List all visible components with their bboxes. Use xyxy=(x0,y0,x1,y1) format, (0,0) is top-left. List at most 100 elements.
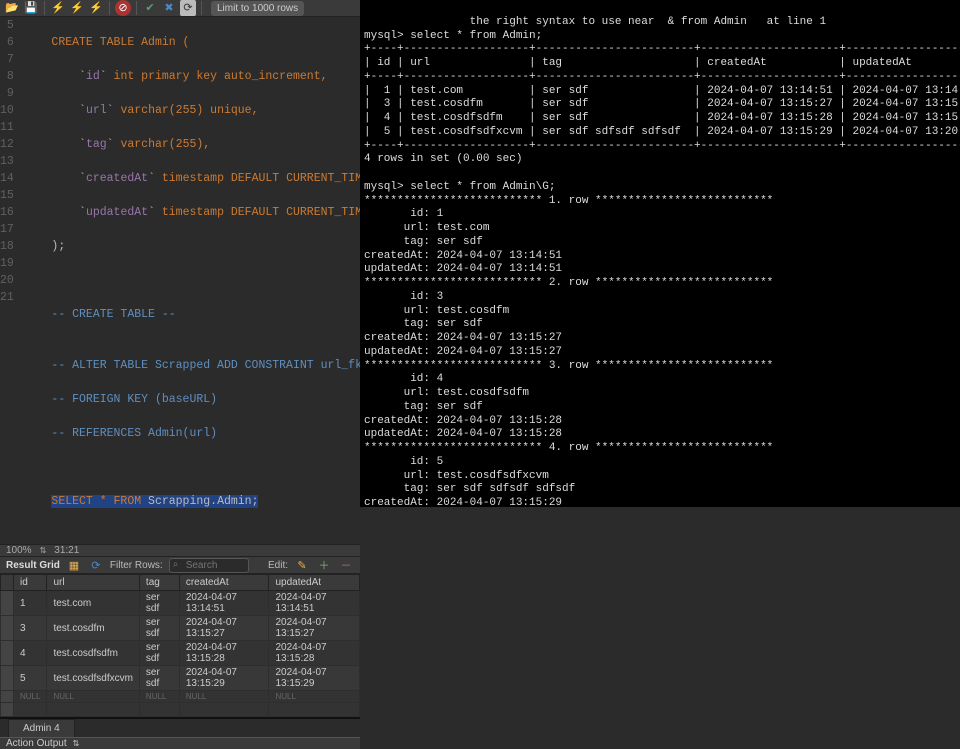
cell[interactable]: ser sdf xyxy=(139,616,179,641)
cell[interactable]: ser sdf xyxy=(139,591,179,616)
cell[interactable]: ser sdf xyxy=(139,666,179,691)
cell[interactable]: 2024-04-07 13:15:27 xyxy=(179,616,269,641)
cell[interactable]: test.com xyxy=(47,591,139,616)
execute-explain-icon[interactable]: ⚡ xyxy=(88,0,104,16)
edit-label: Edit: xyxy=(268,560,288,571)
editor-pane: 📂 💾 ⚡ ⚡ ⚡ ⊘ ✔ ✖ ⟳ Limit to 1000 rows 5 6… xyxy=(0,0,360,507)
cell[interactable]: ser sdf xyxy=(139,641,179,666)
cell-null[interactable]: NULL xyxy=(14,691,47,703)
separator xyxy=(136,1,137,15)
table-row[interactable]: 5test.cosdfsdfxcvmser sdf2024-04-07 13:1… xyxy=(1,666,360,691)
table-header-row: id url tag createdAt updatedAt xyxy=(1,575,360,591)
cell[interactable]: 4 xyxy=(14,641,47,666)
line-number: 13 xyxy=(0,153,14,170)
line-number: 8 xyxy=(0,68,14,85)
line-number: 10 xyxy=(0,102,14,119)
cell[interactable]: 3 xyxy=(14,616,47,641)
execute-step-icon[interactable]: ⚡ xyxy=(69,0,85,16)
chevron-updown-icon[interactable]: ⇅ xyxy=(73,739,80,748)
line-number: 18 xyxy=(0,238,14,255)
output-panel-header: Action Output ⇅ xyxy=(0,737,360,749)
line-number: 15 xyxy=(0,187,14,204)
separator xyxy=(44,1,45,15)
main-toolbar: 📂 💾 ⚡ ⚡ ⚡ ⊘ ✔ ✖ ⟳ Limit to 1000 rows xyxy=(0,0,360,17)
output-mode-selector[interactable]: Action Output xyxy=(6,738,67,749)
col-header[interactable]: id xyxy=(14,575,47,591)
separator xyxy=(201,1,202,15)
row-indicator xyxy=(1,641,14,666)
result-grid-label: Result Grid xyxy=(6,560,60,571)
row-indicator xyxy=(1,666,14,691)
table-row[interactable]: 4test.cosdfsdfmser sdf2024-04-07 13:15:2… xyxy=(1,641,360,666)
col-header[interactable]: tag xyxy=(139,575,179,591)
grid-icon[interactable]: ▦ xyxy=(66,557,82,573)
line-number: 6 xyxy=(0,34,14,51)
table-row-null[interactable]: NULLNULLNULLNULLNULL xyxy=(1,691,360,703)
cell[interactable]: 2024-04-07 13:14:51 xyxy=(179,591,269,616)
result-tabs: Admin 4 xyxy=(0,718,360,737)
commit-icon[interactable]: ✔ xyxy=(142,0,158,16)
zoom-level[interactable]: 100% xyxy=(6,545,32,556)
row-limit-selector[interactable]: Limit to 1000 rows xyxy=(211,1,304,16)
cell[interactable]: 2024-04-07 13:15:27 xyxy=(269,616,360,641)
cell[interactable]: 1 xyxy=(14,591,47,616)
line-number: 12 xyxy=(0,136,14,153)
row-indicator xyxy=(1,616,14,641)
line-number: 17 xyxy=(0,221,14,238)
separator xyxy=(109,1,110,15)
cell-null[interactable]: NULL xyxy=(47,691,139,703)
line-number: 5 xyxy=(0,17,14,34)
cell[interactable]: 5 xyxy=(14,666,47,691)
terminal-output: the right syntax to use near & from Admi… xyxy=(364,16,960,507)
cell[interactable]: test.cosdfsdfm xyxy=(47,641,139,666)
cell[interactable]: 2024-04-07 13:14:51 xyxy=(269,591,360,616)
table-row[interactable]: 1test.comser sdf2024-04-07 13:14:512024-… xyxy=(1,591,360,616)
cell-null[interactable]: NULL xyxy=(139,691,179,703)
add-row-icon[interactable]: ＋ xyxy=(316,557,332,573)
cell[interactable]: test.cosdfm xyxy=(47,616,139,641)
row-indicator xyxy=(1,591,14,616)
stop-icon[interactable]: ⊘ xyxy=(115,0,131,16)
result-table[interactable]: id url tag createdAt updatedAt 1test.com… xyxy=(0,574,360,717)
result-grid-toolbar: Result Grid ▦ ⟳ Filter Rows: ⌕ Edit: ✎ ＋… xyxy=(0,557,360,574)
open-icon[interactable]: 📂 xyxy=(4,0,20,16)
cell-null[interactable]: NULL xyxy=(269,691,360,703)
rollback-icon[interactable]: ✖ xyxy=(161,0,177,16)
table-row-empty xyxy=(1,703,360,717)
cell[interactable]: 2024-04-07 13:15:28 xyxy=(179,641,269,666)
col-header[interactable]: url xyxy=(47,575,139,591)
refresh-icon[interactable]: ⟳ xyxy=(88,557,104,573)
table-row[interactable]: 3test.cosdfmser sdf2024-04-07 13:15:2720… xyxy=(1,616,360,641)
line-number: 14 xyxy=(0,170,14,187)
editor-status-bar: 100% ⇅ 31:21 xyxy=(0,544,360,557)
autocommit-icon[interactable]: ⟳ xyxy=(180,0,196,16)
line-gutter: 5 6 7 8 9 10 11 12 13 14 15 16 17 18 19 … xyxy=(0,17,24,544)
line-number: 11 xyxy=(0,119,14,136)
edit-row-icon[interactable]: ✎ xyxy=(294,557,310,573)
delete-row-icon[interactable]: － xyxy=(338,557,354,573)
line-number: 7 xyxy=(0,51,14,68)
code-body[interactable]: CREATE TABLE Admin ( `id` int primary ke… xyxy=(24,17,383,544)
filter-input[interactable] xyxy=(169,558,249,573)
cursor-position: 31:21 xyxy=(54,545,79,556)
terminal-pane[interactable]: the right syntax to use near & from Admi… xyxy=(360,0,960,507)
tab-result[interactable]: Admin 4 xyxy=(8,719,75,737)
cell[interactable]: 2024-04-07 13:15:29 xyxy=(179,666,269,691)
execute-bolt-icon[interactable]: ⚡ xyxy=(50,0,66,16)
cell-null[interactable]: NULL xyxy=(179,691,269,703)
col-header[interactable]: updatedAt xyxy=(269,575,360,591)
cell[interactable]: 2024-04-07 13:15:28 xyxy=(269,641,360,666)
search-icon: ⌕ xyxy=(173,559,179,570)
col-header[interactable]: createdAt xyxy=(179,575,269,591)
cell[interactable]: 2024-04-07 13:15:29 xyxy=(269,666,360,691)
line-number: 19 xyxy=(0,255,14,272)
result-grid[interactable]: id url tag createdAt updatedAt 1test.com… xyxy=(0,574,360,718)
save-icon[interactable]: 💾 xyxy=(23,0,39,16)
cell[interactable]: test.cosdfsdfxcvm xyxy=(47,666,139,691)
line-number: 21 xyxy=(0,289,14,306)
line-number: 20 xyxy=(0,272,14,289)
chevron-updown-icon[interactable]: ⇅ xyxy=(40,546,47,555)
line-number: 16 xyxy=(0,204,14,221)
row-indicator-col xyxy=(1,575,14,591)
sql-editor[interactable]: 5 6 7 8 9 10 11 12 13 14 15 16 17 18 19 … xyxy=(0,17,360,544)
